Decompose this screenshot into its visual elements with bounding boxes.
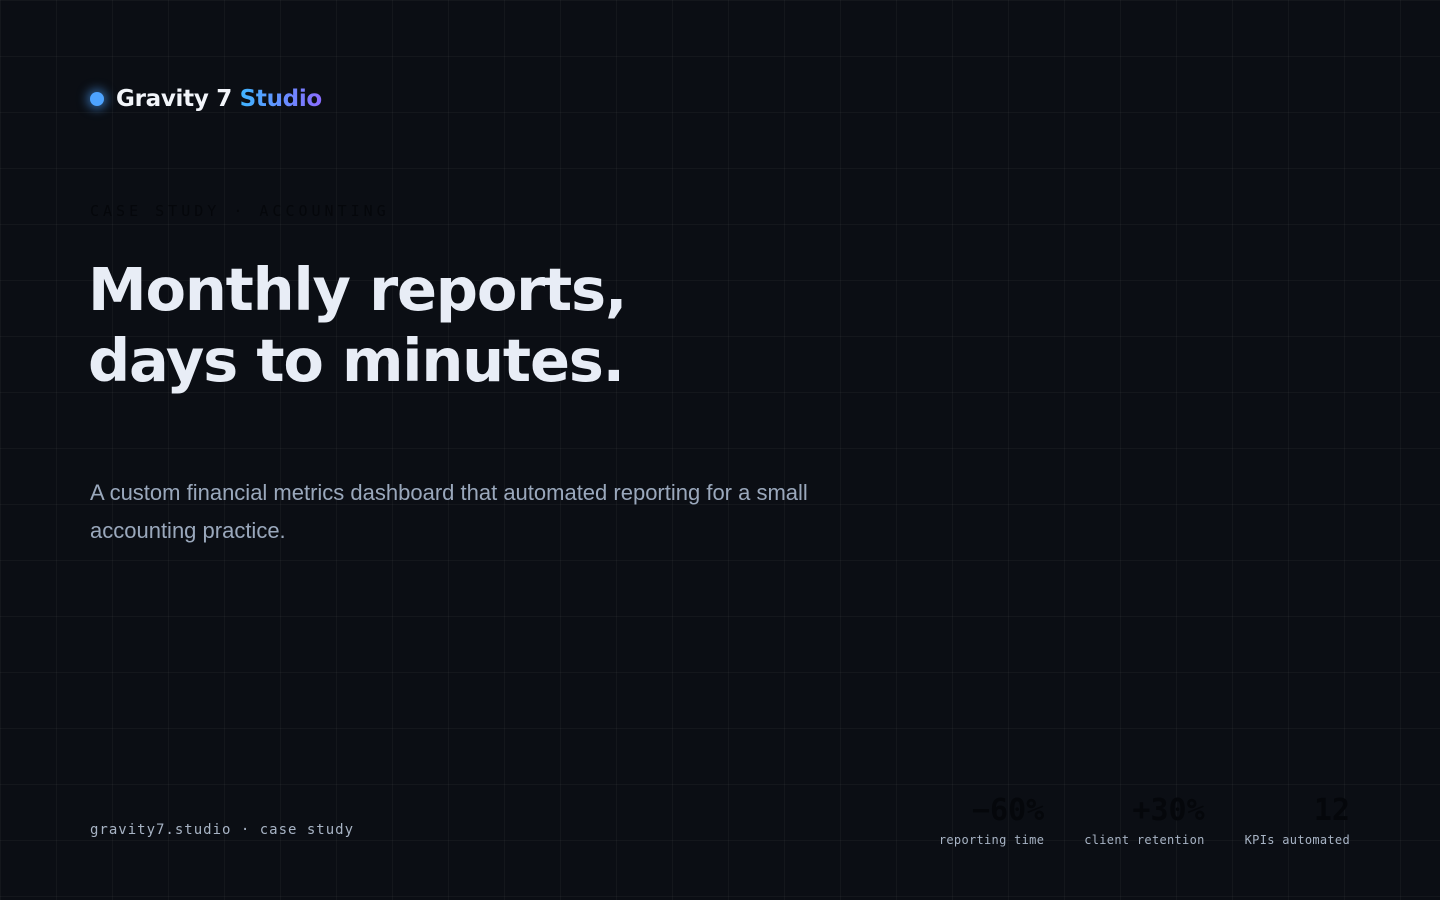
stat-label: reporting time xyxy=(938,833,1045,847)
brand-name: Gravity 7 xyxy=(116,86,232,112)
brand-wordmark: Gravity 7 Studio xyxy=(116,86,322,112)
headline-line-2: days to minutes. xyxy=(88,326,625,395)
brand-logo[interactable]: Gravity 7 Studio xyxy=(90,84,322,114)
hero-description: A custom financial metrics dashboard tha… xyxy=(90,480,808,543)
page-headline: Monthly reports, days to minutes. xyxy=(88,254,627,396)
stat-label: client retention xyxy=(1084,833,1205,847)
headline-line-1: Monthly reports, xyxy=(88,255,627,324)
stats-row: −60% reporting time +30% client retentio… xyxy=(939,792,1350,847)
case-study-eyebrow: CASE STUDY · ACCOUNTING xyxy=(90,202,390,220)
stat-kpis-automated: 12 KPIs automated xyxy=(1245,792,1350,847)
stat-reporting-time: −60% reporting time xyxy=(939,792,1044,847)
stat-value: +30% xyxy=(1132,793,1205,828)
stat-value: 12 xyxy=(1313,793,1350,828)
stat-value: −60% xyxy=(971,793,1045,828)
stat-label: KPIs automated xyxy=(1244,833,1350,847)
footer-site-note: gravity7.studio · case study xyxy=(90,822,355,838)
brand-dot-icon xyxy=(90,92,104,106)
stat-client-retention: +30% client retention xyxy=(1084,792,1204,847)
brand-accent-word: Studio xyxy=(239,86,323,112)
